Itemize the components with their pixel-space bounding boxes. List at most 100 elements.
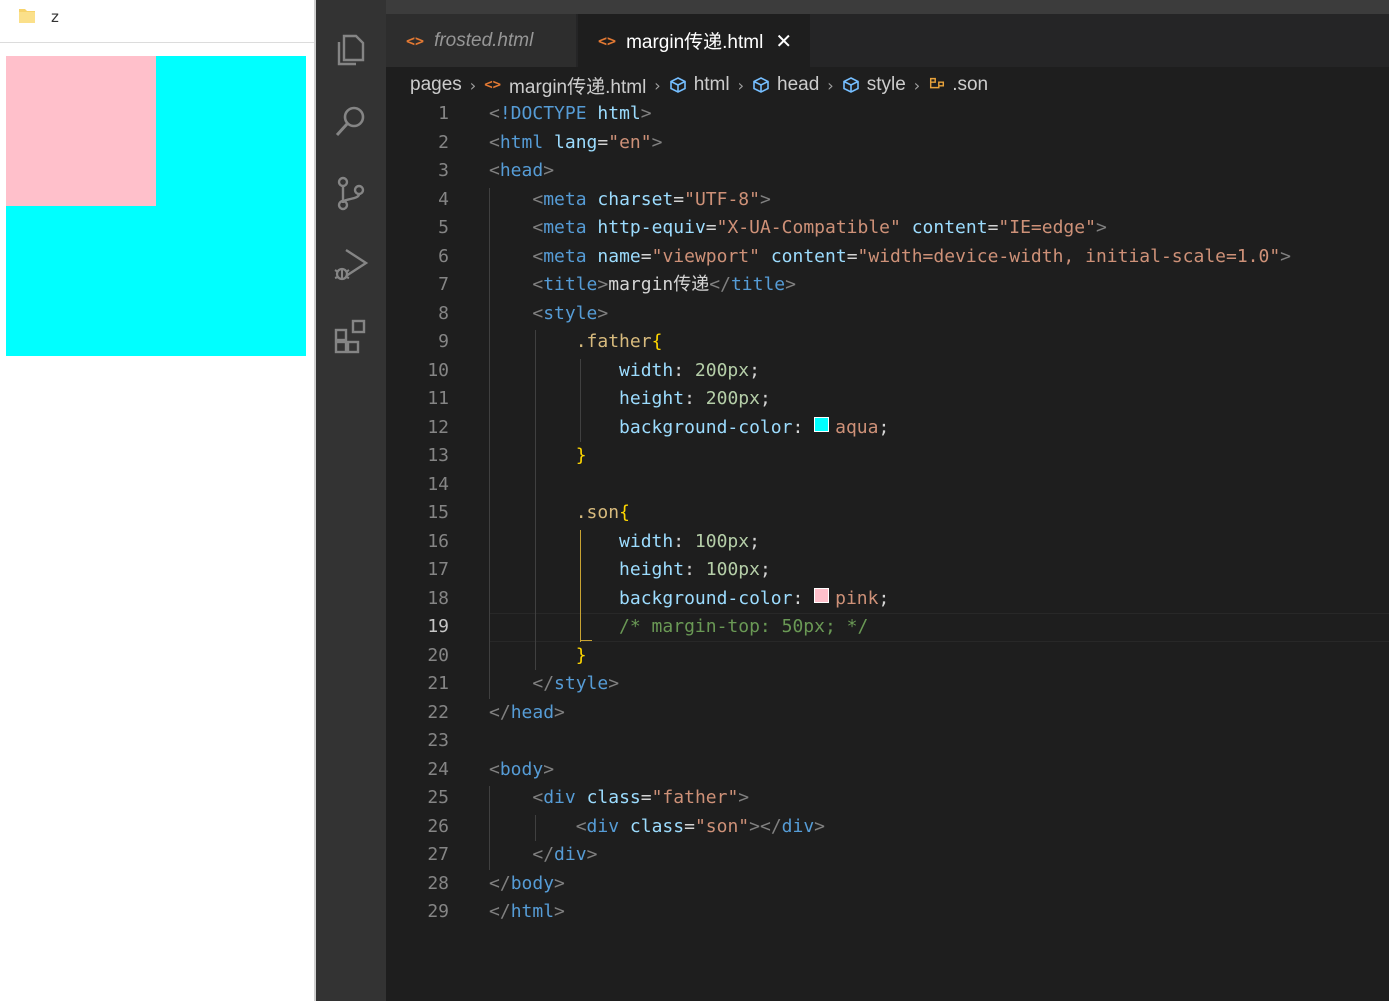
html-file-icon: <> [598, 31, 617, 50]
line-number: 4 [438, 188, 449, 210]
code-line[interactable]: 12 background-color: aqua; [386, 414, 1389, 442]
code-text: </style> [532, 673, 620, 694]
code-line[interactable]: 6 <meta name="viewport" content="width=d… [386, 243, 1389, 271]
chevron-right-icon: › [913, 75, 921, 95]
html-file-icon: <> [406, 31, 425, 50]
line-number: 19 [427, 616, 449, 637]
line-number: 1 [438, 103, 449, 124]
code-line[interactable]: 5 <meta http-equiv="X-UA-Compatible" con… [386, 214, 1389, 242]
line-number: 8 [438, 302, 449, 324]
title-bar [386, 0, 1389, 14]
cube-icon [752, 76, 770, 94]
father-box [6, 56, 306, 356]
line-number: 26 [427, 815, 449, 837]
code-line[interactable]: 10 width: 200px; [386, 357, 1389, 385]
code-line[interactable]: 21 </style> [386, 670, 1389, 698]
code-line[interactable]: 28 </body> [386, 870, 1389, 898]
tab-frosted[interactable]: <> frosted.html [386, 14, 576, 67]
editor-tabs: <> frosted.html <> margin传递.html ✕ [386, 14, 1389, 67]
line-number: 18 [427, 587, 449, 609]
color-swatch[interactable] [814, 587, 830, 603]
code-line[interactable]: 20 } [386, 642, 1389, 670]
code-line[interactable]: 4 <meta charset="UTF-8"> [386, 186, 1389, 214]
code-text: <meta http-equiv="X-UA-Compatible" conte… [532, 217, 1107, 238]
code-text: <style> [532, 302, 609, 324]
code-line[interactable]: 24 <body> [386, 756, 1389, 784]
chevron-right-icon: › [737, 75, 745, 95]
code-line[interactable]: 7 <title>margin传递</title> [386, 271, 1389, 299]
line-number: 25 [427, 787, 449, 808]
breadcrumb-item-son[interactable]: .son [952, 74, 988, 96]
cube-icon [842, 76, 860, 94]
code-editor[interactable]: 1 <!DOCTYPE html> 2 <html lang="en"> 3 <head>… [386, 100, 1389, 1001]
code-text: <html lang="en"> [489, 131, 663, 153]
breadcrumb-item-head[interactable]: head [777, 74, 819, 96]
tab-label: frosted.html [434, 29, 534, 51]
code-line[interactable]: 14 [386, 471, 1389, 499]
code-text: </html> [489, 901, 565, 922]
code-line[interactable]: 26 <div class="son"></div> [386, 813, 1389, 841]
code-text: <head> [489, 160, 555, 181]
breadcrumb-item-pages[interactable]: pages [410, 74, 462, 96]
code-line[interactable]: 23 [386, 727, 1389, 755]
line-number: 10 [427, 359, 449, 381]
browser-tab[interactable]: z [0, 0, 316, 43]
breadcrumb-item-html[interactable]: html [694, 74, 730, 96]
code-line[interactable]: 3 <head> [386, 157, 1389, 185]
line-number: 6 [438, 245, 449, 267]
code-text: width: 200px; [619, 359, 760, 381]
source-control-icon[interactable] [332, 174, 370, 212]
code-text: <div class="son"></div> [575, 815, 826, 837]
code-text: <!DOCTYPE html> [489, 103, 652, 124]
line-number: 20 [427, 644, 449, 666]
run-debug-icon[interactable] [332, 246, 370, 284]
code-line[interactable]: 22 </head> [386, 699, 1389, 727]
code-text: width: 100px; [619, 530, 760, 552]
code-line[interactable]: 17 height: 100px; [386, 556, 1389, 584]
code-text: height: 200px; [619, 388, 771, 409]
code-line[interactable]: 25 <div class="father"> [386, 784, 1389, 812]
breadcrumb-item-style[interactable]: style [867, 74, 906, 96]
line-number: 24 [427, 758, 449, 780]
code-line[interactable]: 16 width: 100px; [386, 528, 1389, 556]
code-text: } [575, 644, 587, 666]
code-text: .son{ [575, 502, 630, 523]
line-number: 29 [427, 901, 449, 922]
folder-icon [18, 6, 36, 24]
code-line[interactable]: 9 .father{ [386, 328, 1389, 356]
code-line[interactable]: 29 </html> [386, 898, 1389, 926]
breadcrumb-item-file[interactable]: margin传递.html [509, 72, 646, 99]
code-line[interactable]: 2 <html lang="en"> [386, 129, 1389, 157]
code-line[interactable]: 8 <style> [386, 300, 1389, 328]
code-line[interactable]: 13 } [386, 442, 1389, 470]
code-text: <meta name="viewport" content="width=dev… [532, 245, 1292, 267]
code-line[interactable]: 19 /* margin-top: 50px; */ [386, 613, 1389, 641]
code-text: <title>margin传递</title> [532, 274, 796, 295]
son-box [6, 56, 156, 206]
code-line[interactable]: 15 .son{ [386, 499, 1389, 527]
line-number: 11 [427, 388, 449, 409]
code-text: background-color: aqua; [619, 416, 890, 438]
line-number: 27 [427, 844, 449, 865]
search-icon[interactable] [332, 102, 370, 140]
close-icon[interactable]: ✕ [775, 29, 792, 53]
line-number: 13 [427, 445, 449, 466]
chevron-right-icon: › [827, 75, 834, 95]
line-number: 12 [427, 416, 449, 438]
tab-margin[interactable]: <> margin传递.html ✕ [578, 14, 810, 67]
code-line[interactable]: 27 </div> [386, 841, 1389, 869]
cube-icon [669, 76, 687, 94]
tab-label: margin传递.html [626, 32, 764, 53]
code-line[interactable]: 11 height: 200px; [386, 385, 1389, 413]
color-swatch[interactable] [814, 416, 830, 432]
chevron-right-icon: › [654, 75, 661, 95]
selector-icon [928, 75, 948, 95]
code-line[interactable]: 18 background-color: pink; [386, 585, 1389, 613]
line-number: 2 [438, 131, 449, 153]
line-number: 17 [427, 559, 449, 580]
code-text: <meta charset="UTF-8"> [532, 188, 771, 210]
explorer-icon[interactable] [332, 30, 370, 68]
code-text: background-color: pink; [619, 587, 890, 609]
code-line[interactable]: 1 <!DOCTYPE html> [386, 100, 1389, 128]
extensions-icon[interactable] [332, 318, 370, 356]
